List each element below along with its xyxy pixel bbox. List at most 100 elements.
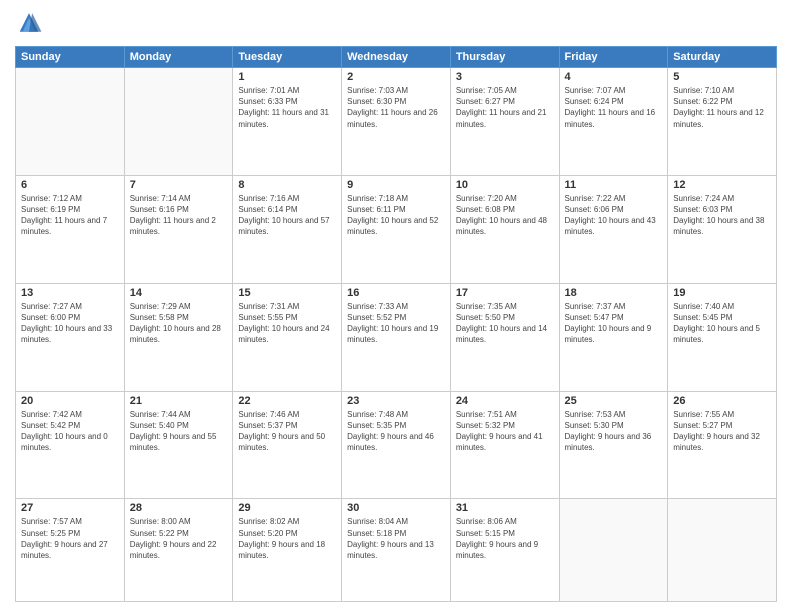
- day-header-thursday: Thursday: [450, 47, 559, 68]
- day-number: 30: [347, 502, 445, 514]
- day-number: 27: [21, 502, 119, 514]
- calendar-week-4: 27 Sunrise: 7:57 AMSunset: 5:25 PMDayligh…: [16, 499, 777, 602]
- day-info: Sunrise: 7:20 AMSunset: 6:08 PMDaylight:…: [456, 193, 554, 238]
- calendar-cell: 16 Sunrise: 7:33 AMSunset: 5:52 PMDayligh…: [342, 283, 451, 391]
- day-header-friday: Friday: [559, 47, 668, 68]
- day-info: Sunrise: 7:46 AMSunset: 5:37 PMDaylight:…: [238, 409, 336, 454]
- day-info: Sunrise: 7:33 AMSunset: 5:52 PMDaylight:…: [347, 301, 445, 346]
- calendar-cell: 3 Sunrise: 7:05 AMSunset: 6:27 PMDaylight…: [450, 68, 559, 176]
- header: [15, 10, 777, 38]
- day-info: Sunrise: 7:42 AMSunset: 5:42 PMDaylight:…: [21, 409, 119, 454]
- day-number: 19: [673, 287, 771, 299]
- day-number: 5: [673, 71, 771, 83]
- day-info: Sunrise: 7:35 AMSunset: 5:50 PMDaylight:…: [456, 301, 554, 346]
- day-info: Sunrise: 7:05 AMSunset: 6:27 PMDaylight:…: [456, 85, 554, 130]
- calendar-table: SundayMondayTuesdayWednesdayThursdayFrid…: [15, 46, 777, 602]
- calendar-cell: 2 Sunrise: 7:03 AMSunset: 6:30 PMDaylight…: [342, 68, 451, 176]
- day-info: Sunrise: 7:24 AMSunset: 6:03 PMDaylight:…: [673, 193, 771, 238]
- day-info: Sunrise: 7:16 AMSunset: 6:14 PMDaylight:…: [238, 193, 336, 238]
- day-number: 21: [130, 395, 228, 407]
- day-number: 15: [238, 287, 336, 299]
- day-number: 3: [456, 71, 554, 83]
- calendar-cell: 18 Sunrise: 7:37 AMSunset: 5:47 PMDayligh…: [559, 283, 668, 391]
- calendar-cell: 20Sunrise: 7:42 AMSunset: 5:42 PMDayligh…: [16, 391, 125, 499]
- calendar-cell: 9 Sunrise: 7:18 AMSunset: 6:11 PMDaylight…: [342, 175, 451, 283]
- day-info: Sunrise: 7:27 AMSunset: 6:00 PMDaylight:…: [21, 301, 119, 346]
- calendar-cell: 26 Sunrise: 7:55 AMSunset: 5:27 PMDayligh…: [668, 391, 777, 499]
- calendar-cell: 25 Sunrise: 7:53 AMSunset: 5:30 PMDayligh…: [559, 391, 668, 499]
- day-number: 12: [673, 179, 771, 191]
- calendar-cell: 1Sunrise: 7:01 AMSunset: 6:33 PMDaylight…: [233, 68, 342, 176]
- day-number: 4: [565, 71, 663, 83]
- calendar-cell: 5 Sunrise: 7:10 AMSunset: 6:22 PMDaylight…: [668, 68, 777, 176]
- day-info: Sunrise: 7:03 AMSunset: 6:30 PMDaylight:…: [347, 85, 445, 130]
- calendar-cell: 13 Sunrise: 7:27 AMSunset: 6:00 PMDayligh…: [16, 283, 125, 391]
- calendar-week-0: 1Sunrise: 7:01 AMSunset: 6:33 PMDaylight…: [16, 68, 777, 176]
- calendar-cell: 21 Sunrise: 7:44 AMSunset: 5:40 PMDayligh…: [124, 391, 233, 499]
- day-header-tuesday: Tuesday: [233, 47, 342, 68]
- calendar-week-3: 20Sunrise: 7:42 AMSunset: 5:42 PMDayligh…: [16, 391, 777, 499]
- day-info: Sunrise: 8:04 AMSunset: 5:18 PMDaylight:…: [347, 516, 445, 561]
- calendar-cell: 28 Sunrise: 8:00 AMSunset: 5:22 PMDayligh…: [124, 499, 233, 602]
- day-info: Sunrise: 7:31 AMSunset: 5:55 PMDaylight:…: [238, 301, 336, 346]
- calendar-cell: [559, 499, 668, 602]
- day-number: 25: [565, 395, 663, 407]
- calendar-cell: 17Sunrise: 7:35 AMSunset: 5:50 PMDayligh…: [450, 283, 559, 391]
- day-header-sunday: Sunday: [16, 47, 125, 68]
- calendar-cell: [668, 499, 777, 602]
- calendar-cell: [16, 68, 125, 176]
- calendar-cell: 31 Sunrise: 8:06 AMSunset: 5:15 PMDayligh…: [450, 499, 559, 602]
- day-info: Sunrise: 7:53 AMSunset: 5:30 PMDaylight:…: [565, 409, 663, 454]
- calendar-cell: 8Sunrise: 7:16 AMSunset: 6:14 PMDaylight…: [233, 175, 342, 283]
- day-number: 23: [347, 395, 445, 407]
- calendar-cell: 27 Sunrise: 7:57 AMSunset: 5:25 PMDayligh…: [16, 499, 125, 602]
- calendar-cell: 19 Sunrise: 7:40 AMSunset: 5:45 PMDayligh…: [668, 283, 777, 391]
- day-number: 28: [130, 502, 228, 514]
- day-info: Sunrise: 8:02 AMSunset: 5:20 PMDaylight:…: [238, 516, 336, 561]
- calendar-cell: 6 Sunrise: 7:12 AMSunset: 6:19 PMDaylight…: [16, 175, 125, 283]
- calendar-week-2: 13 Sunrise: 7:27 AMSunset: 6:00 PMDayligh…: [16, 283, 777, 391]
- day-info: Sunrise: 7:57 AMSunset: 5:25 PMDaylight:…: [21, 516, 119, 561]
- day-info: Sunrise: 7:55 AMSunset: 5:27 PMDaylight:…: [673, 409, 771, 454]
- day-info: Sunrise: 7:40 AMSunset: 5:45 PMDaylight:…: [673, 301, 771, 346]
- day-info: Sunrise: 7:12 AMSunset: 6:19 PMDaylight:…: [21, 193, 119, 238]
- day-number: 22: [238, 395, 336, 407]
- calendar-header-row: SundayMondayTuesdayWednesdayThursdayFrid…: [16, 47, 777, 68]
- day-info: Sunrise: 8:00 AMSunset: 5:22 PMDaylight:…: [130, 516, 228, 561]
- calendar-cell: 14Sunrise: 7:29 AMSunset: 5:58 PMDayligh…: [124, 283, 233, 391]
- calendar-week-1: 6 Sunrise: 7:12 AMSunset: 6:19 PMDaylight…: [16, 175, 777, 283]
- day-number: 31: [456, 502, 554, 514]
- day-info: Sunrise: 7:48 AMSunset: 5:35 PMDaylight:…: [347, 409, 445, 454]
- day-info: Sunrise: 7:14 AMSunset: 6:16 PMDaylight:…: [130, 193, 228, 238]
- day-info: Sunrise: 7:44 AMSunset: 5:40 PMDaylight:…: [130, 409, 228, 454]
- calendar-cell: 23 Sunrise: 7:48 AMSunset: 5:35 PMDayligh…: [342, 391, 451, 499]
- day-number: 2: [347, 71, 445, 83]
- day-info: Sunrise: 7:22 AMSunset: 6:06 PMDaylight:…: [565, 193, 663, 238]
- day-number: 29: [238, 502, 336, 514]
- calendar-cell: 15 Sunrise: 7:31 AMSunset: 5:55 PMDayligh…: [233, 283, 342, 391]
- day-number: 18: [565, 287, 663, 299]
- day-info: Sunrise: 7:18 AMSunset: 6:11 PMDaylight:…: [347, 193, 445, 238]
- calendar-cell: 4 Sunrise: 7:07 AMSunset: 6:24 PMDaylight…: [559, 68, 668, 176]
- calendar-cell: 24 Sunrise: 7:51 AMSunset: 5:32 PMDayligh…: [450, 391, 559, 499]
- day-number: 24: [456, 395, 554, 407]
- day-number: 6: [21, 179, 119, 191]
- logo: [15, 10, 47, 38]
- day-header-wednesday: Wednesday: [342, 47, 451, 68]
- logo-icon: [15, 10, 43, 38]
- day-number: 16: [347, 287, 445, 299]
- day-number: 11: [565, 179, 663, 191]
- day-number: 9: [347, 179, 445, 191]
- day-info: Sunrise: 8:06 AMSunset: 5:15 PMDaylight:…: [456, 516, 554, 561]
- day-info: Sunrise: 7:37 AMSunset: 5:47 PMDaylight:…: [565, 301, 663, 346]
- calendar-cell: 29 Sunrise: 8:02 AMSunset: 5:20 PMDayligh…: [233, 499, 342, 602]
- calendar-cell: [124, 68, 233, 176]
- day-info: Sunrise: 7:51 AMSunset: 5:32 PMDaylight:…: [456, 409, 554, 454]
- day-number: 26: [673, 395, 771, 407]
- day-number: 13: [21, 287, 119, 299]
- calendar-cell: 22 Sunrise: 7:46 AMSunset: 5:37 PMDayligh…: [233, 391, 342, 499]
- day-info: Sunrise: 7:07 AMSunset: 6:24 PMDaylight:…: [565, 85, 663, 130]
- day-info: Sunrise: 7:10 AMSunset: 6:22 PMDaylight:…: [673, 85, 771, 130]
- day-header-saturday: Saturday: [668, 47, 777, 68]
- calendar-cell: 7Sunrise: 7:14 AMSunset: 6:16 PMDaylight…: [124, 175, 233, 283]
